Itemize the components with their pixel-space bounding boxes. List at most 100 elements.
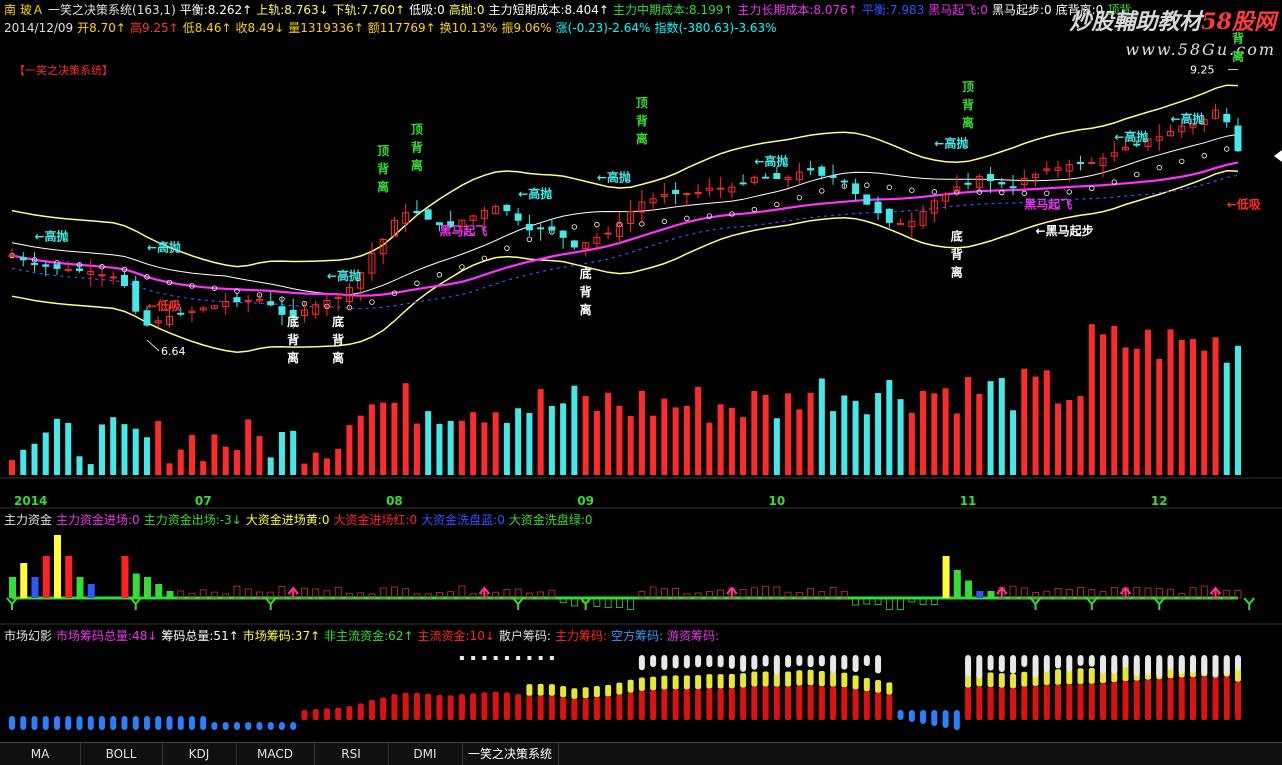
chip-red-bar bbox=[548, 695, 555, 720]
volume-bar bbox=[65, 422, 72, 475]
indicator2-label: 主力筹码: bbox=[554, 629, 607, 643]
volume-bar bbox=[1077, 395, 1084, 475]
indicator1-bar bbox=[391, 586, 398, 599]
signal-label: 离 bbox=[580, 302, 592, 317]
indicator1-label: 主力资金出场:-3↓ bbox=[143, 513, 242, 527]
chip-blue-bar bbox=[155, 716, 162, 730]
volume-bar bbox=[447, 420, 454, 475]
chip-blue-bar bbox=[942, 710, 949, 728]
volume-bar bbox=[1156, 358, 1163, 475]
signal-label: 顶 bbox=[377, 144, 389, 158]
candlestick-chart[interactable]: 9.25 6.64 ←高抛 ←高抛 ←高抛 ←高抛 ←高抛 ←高抛 ←高抛 ←高抛 ←高抛 ←低吸 ←低… bbox=[0, 0, 1282, 764]
indicator1-label: 主力资金 bbox=[4, 513, 53, 527]
chip-red-bar bbox=[762, 686, 769, 720]
chip-white-bar bbox=[1145, 655, 1152, 675]
volume-bar bbox=[1167, 329, 1174, 475]
tab-ma[interactable]: MA bbox=[0, 743, 81, 765]
volume-bar bbox=[9, 460, 15, 475]
chip-yellow-bar bbox=[796, 670, 803, 686]
chip-yellow-bar bbox=[650, 676, 657, 691]
signal-label: 背 bbox=[287, 332, 299, 347]
exit-arrow-icon bbox=[1029, 597, 1042, 610]
x-axis-label: 11 bbox=[960, 494, 977, 508]
volume-bar bbox=[1043, 370, 1050, 475]
volume-bar bbox=[886, 379, 893, 475]
tab-macd[interactable]: MACD bbox=[236, 743, 315, 765]
exit-arrow-icon bbox=[512, 597, 524, 610]
signal-label: 离 bbox=[332, 350, 344, 365]
chip-white-bar bbox=[965, 655, 972, 677]
trend-dot bbox=[864, 182, 870, 188]
tab-rsi[interactable]: RSI bbox=[314, 743, 389, 765]
trend-dot bbox=[684, 215, 690, 222]
chip-yellow-bar bbox=[740, 673, 747, 688]
candle-body bbox=[1077, 162, 1085, 165]
volume-bar bbox=[31, 443, 38, 475]
chip-yellow-bar bbox=[605, 684, 612, 697]
trend-dot bbox=[1224, 146, 1230, 152]
signal-label: ←高抛 bbox=[1114, 129, 1148, 144]
indicator1-bar bbox=[20, 563, 28, 598]
chip-white-bar bbox=[785, 655, 792, 668]
volume-bar bbox=[87, 464, 94, 475]
volume-bar bbox=[166, 463, 173, 475]
signal-label: ←高抛 bbox=[934, 135, 968, 150]
volume-bar bbox=[526, 412, 533, 475]
chip-blue-bar bbox=[920, 710, 927, 724]
volume-bar bbox=[987, 381, 994, 475]
volume-bar bbox=[683, 405, 690, 475]
chip-white-bar bbox=[1235, 655, 1241, 671]
chip-red-bar bbox=[650, 690, 657, 720]
chip-blue-bar bbox=[245, 722, 252, 730]
chip-red-bar bbox=[323, 708, 330, 720]
candle-body bbox=[19, 257, 27, 261]
trend-dot bbox=[369, 299, 375, 305]
chip-white-bar bbox=[1133, 655, 1140, 677]
chip-blue-bar bbox=[278, 722, 285, 730]
chip-yellow-bar bbox=[818, 671, 825, 687]
volume-bar bbox=[728, 407, 735, 475]
signal-label: ←高抛 bbox=[147, 239, 181, 254]
trend-dot bbox=[886, 184, 893, 191]
volume-bar bbox=[1021, 368, 1028, 475]
tab-decision-system[interactable]: 一笑之决策系统 bbox=[462, 743, 559, 765]
indicator1-bar bbox=[42, 556, 50, 598]
chip-red-bar bbox=[1145, 679, 1152, 720]
chip-white-bar bbox=[1122, 655, 1129, 668]
indicator2-label: 空方筹码: bbox=[610, 629, 664, 643]
chip-red-bar bbox=[863, 691, 870, 720]
tab-kdj[interactable]: KDJ bbox=[162, 743, 237, 765]
chip-white-bar bbox=[796, 655, 803, 666]
volume-bar bbox=[560, 403, 567, 475]
volume-bar bbox=[1122, 347, 1129, 475]
scroll-arrow-icon bbox=[1274, 150, 1282, 162]
indicator2-label: 非主流资金:62↑ bbox=[324, 629, 414, 643]
chip-yellow-bar bbox=[830, 671, 837, 687]
volume-bar bbox=[537, 389, 544, 475]
chip-red-bar bbox=[312, 709, 319, 720]
chip-blue-bar bbox=[233, 722, 240, 730]
volume-bar bbox=[515, 408, 522, 475]
chip-yellow-bar bbox=[560, 685, 567, 698]
chip-red-bar bbox=[492, 691, 499, 720]
candle-body bbox=[604, 232, 612, 235]
candle-body bbox=[818, 166, 826, 176]
volume-bar bbox=[661, 398, 668, 475]
chip-red-bar bbox=[717, 688, 724, 720]
chip-white-bar bbox=[1066, 655, 1073, 672]
chip-red-bar bbox=[1021, 686, 1028, 720]
indicator1-header: 主力资金 主力资金进场:0 主力资金出场:-3↓ 大资金进场黄:0 大资金进场红:0 大资… bbox=[4, 512, 597, 528]
volume-bar bbox=[76, 456, 83, 475]
chip-blue-bar bbox=[166, 716, 173, 730]
signal-label: ←低吸 bbox=[147, 298, 182, 313]
chip-red-bar bbox=[740, 687, 747, 720]
indicator1-bar bbox=[987, 591, 995, 598]
tab-dmi[interactable]: DMI bbox=[388, 743, 463, 765]
signal-label: 底 bbox=[580, 266, 592, 281]
tab-boll[interactable]: BOLL bbox=[80, 743, 163, 765]
chip-red-bar bbox=[357, 703, 364, 720]
volume-bar bbox=[245, 419, 252, 475]
trend-dot bbox=[571, 224, 578, 230]
chip-yellow-bar bbox=[841, 672, 848, 688]
chip-red-bar bbox=[335, 707, 342, 720]
